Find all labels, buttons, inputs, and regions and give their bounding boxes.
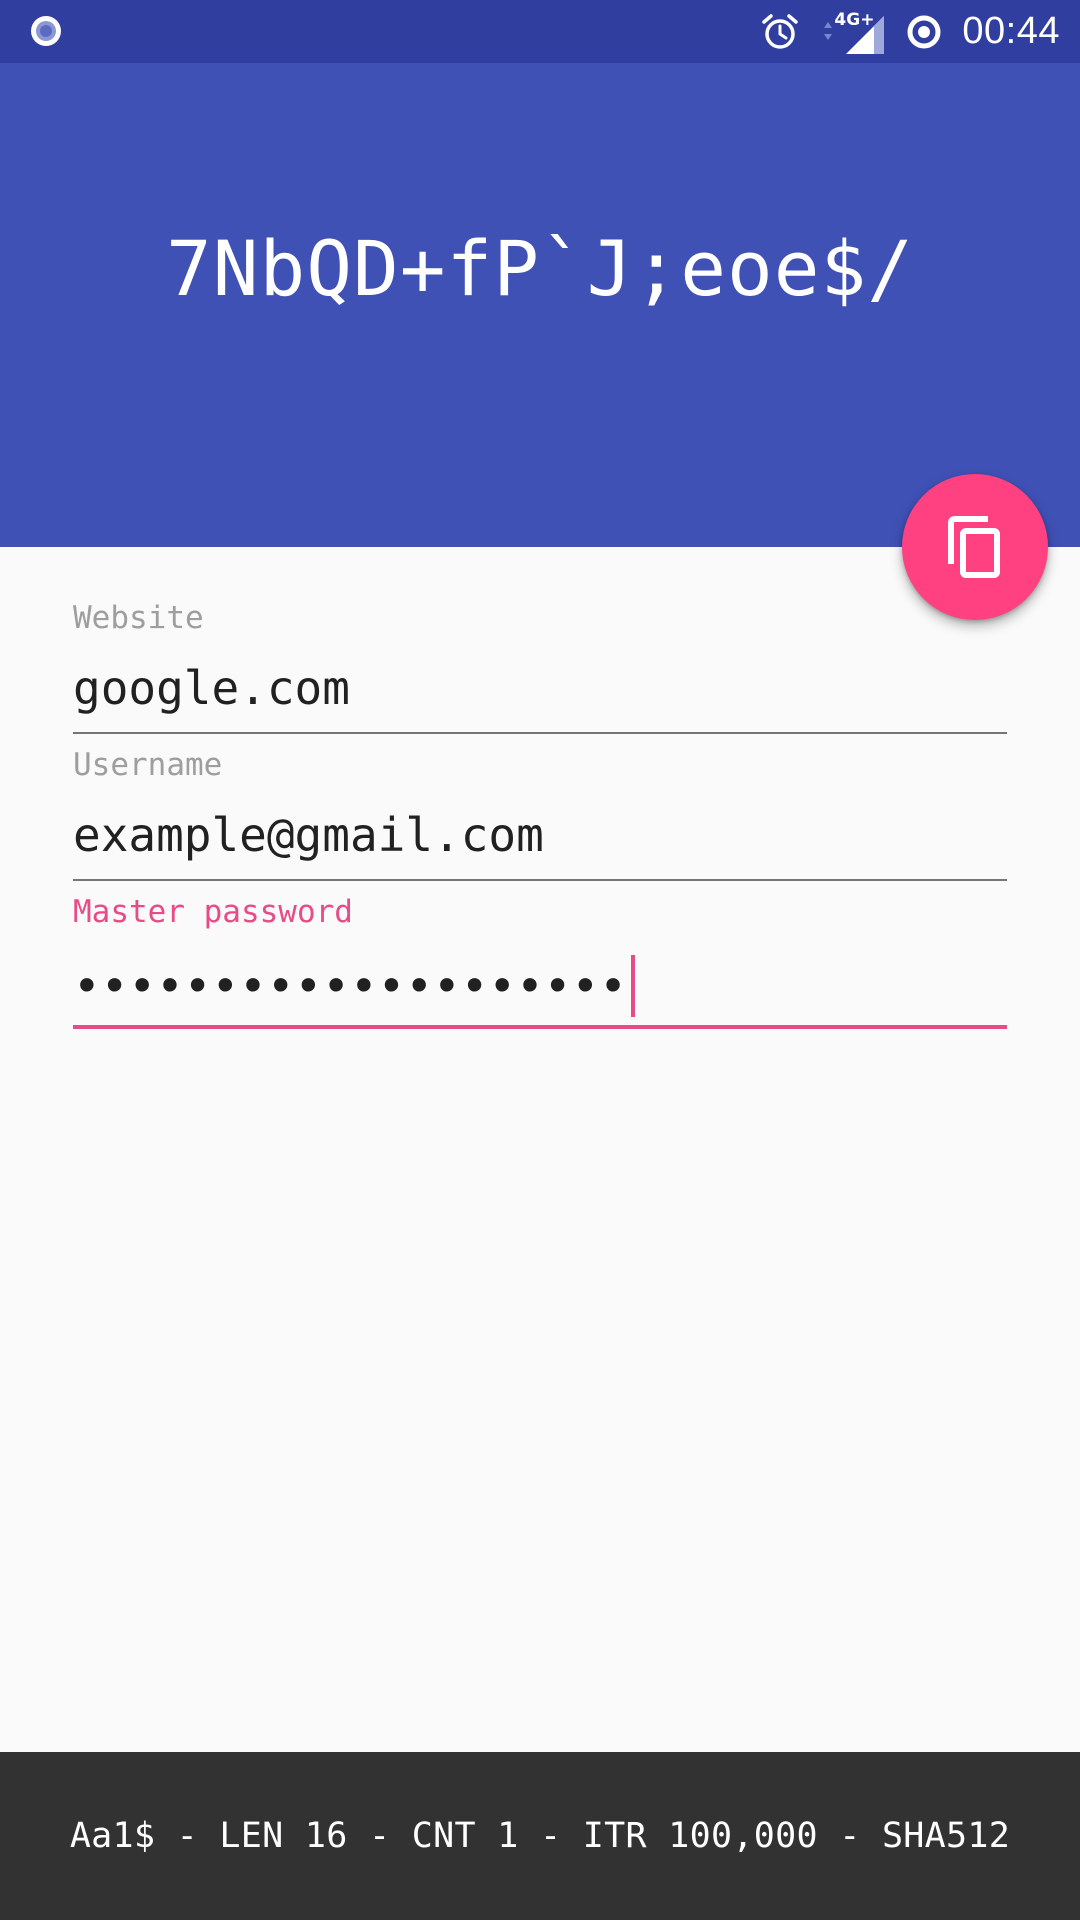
username-label: Username: [73, 747, 223, 783]
master-password-label: Master password: [73, 894, 353, 930]
text-cursor: [630, 955, 635, 1017]
header: 7NbQD+fP`J;eoe$/: [0, 63, 1080, 547]
website-input[interactable]: [73, 660, 1007, 716]
settings-summary: Aa1$ - LEN 16 - CNT 1 - ITR 100,000 - SH…: [69, 1816, 1011, 1856]
copy-password-button[interactable]: [902, 474, 1048, 620]
username-underline: [73, 879, 1007, 881]
master-password-value: ••••••••••••••••••••: [73, 959, 627, 1013]
master-password-underline: [73, 1025, 1007, 1029]
username-input[interactable]: [73, 807, 1007, 863]
website-underline: [73, 732, 1007, 734]
master-password-input[interactable]: ••••••••••••••••••••: [73, 955, 635, 1017]
settings-footer[interactable]: Aa1$ - LEN 16 - CNT 1 - ITR 100,000 - SH…: [0, 1752, 1080, 1920]
copy-icon: [948, 516, 1000, 578]
website-label: Website: [73, 600, 204, 636]
generated-password: 7NbQD+fP`J;eoe$/: [165, 224, 915, 313]
